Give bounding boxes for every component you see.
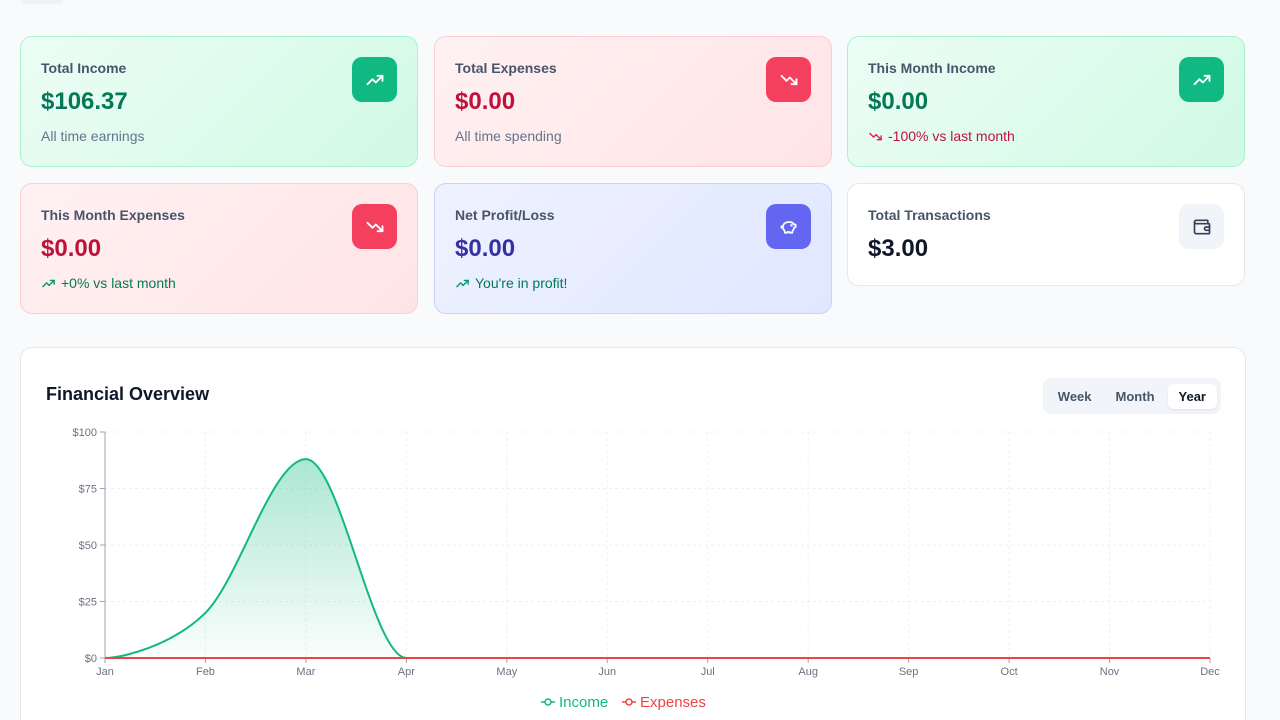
total-transactions-card: Total Transactions $3.00 (847, 183, 1245, 286)
trending-up-icon (352, 57, 397, 102)
panel-title: Financial Overview (46, 384, 210, 404)
financial-overview-panel: Financial Overview Week Month Year (20, 347, 1246, 720)
card-subtitle-text: All time spending (455, 128, 562, 144)
wallet-icon (1179, 204, 1224, 249)
range-month-button[interactable]: Month (1105, 384, 1166, 409)
net-profit-card: Net Profit/Loss $0.00 You're in profit! (434, 183, 832, 314)
card-value: $0.00 (868, 88, 929, 115)
card-title: Total Income (41, 60, 127, 76)
card-value: $106.37 (41, 88, 128, 115)
total-income-card: Total Income $106.37 All time earnings (20, 36, 418, 167)
trending-up-icon (42, 279, 55, 287)
this-month-expenses-card: This Month Expenses $0.00 +0% vs last mo… (20, 183, 418, 314)
total-expenses-card: Total Expenses $0.00 All time spending (434, 36, 832, 167)
card-subtitle-text: All time earnings (41, 128, 145, 144)
card-subtitle: All time spending (455, 127, 811, 145)
card-value: $0.00 (455, 88, 516, 115)
card-change-text: +0% vs last month (61, 275, 176, 291)
card-value: $0.00 (455, 235, 516, 262)
trending-up-icon (1179, 57, 1224, 102)
card-title: This Month Expenses (41, 207, 185, 223)
card-title: Net Profit/Loss (455, 207, 555, 223)
trending-down-icon (352, 204, 397, 249)
card-status: You're in profit! (455, 274, 811, 292)
card-title: Total Expenses (455, 60, 557, 76)
this-month-income-card: This Month Income $0.00 -100% vs last mo… (847, 36, 1245, 167)
trending-down-icon (869, 132, 882, 140)
trending-down-icon (766, 57, 811, 102)
range-year-button[interactable]: Year (1167, 383, 1217, 409)
top-edge-tab (20, 0, 64, 4)
card-value: $3.00 (868, 235, 929, 262)
card-change: +0% vs last month (41, 274, 397, 292)
card-value: $0.00 (41, 235, 102, 262)
card-title: Total Transactions (868, 207, 991, 223)
card-title: This Month Income (868, 60, 996, 76)
card-status-text: You're in profit! (475, 275, 568, 291)
range-week-button[interactable]: Week (1047, 384, 1103, 409)
piggy-bank-icon (766, 204, 811, 249)
card-subtitle: All time earnings (41, 127, 397, 145)
card-change-text: -100% vs last month (888, 128, 1015, 144)
trending-up-icon (456, 279, 469, 287)
range-selector: Week Month Year (1042, 378, 1221, 414)
card-change: -100% vs last month (868, 127, 1224, 145)
